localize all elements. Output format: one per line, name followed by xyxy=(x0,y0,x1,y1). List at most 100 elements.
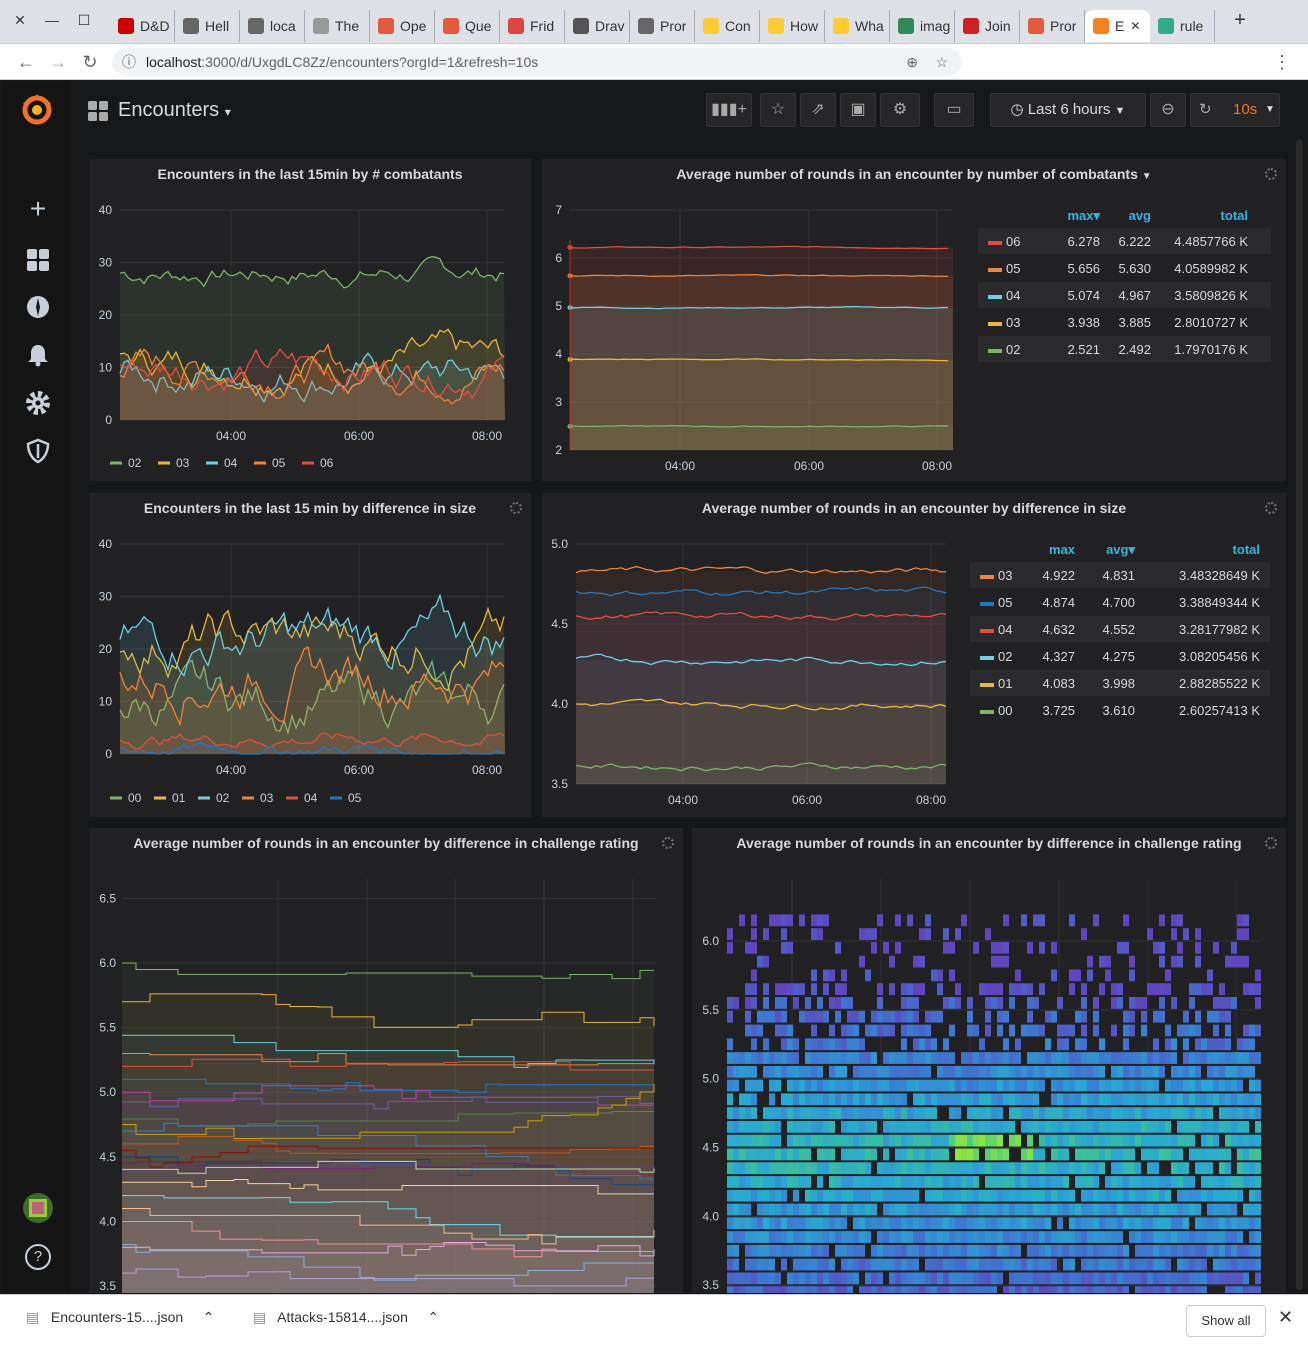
close-window-icon[interactable]: ✕ xyxy=(12,12,28,28)
panel-encounters-by-combatants[interactable]: Encounters in the last 15min by # combat… xyxy=(89,159,531,481)
explore-compass-icon[interactable] xyxy=(25,294,51,320)
heatmap-cell xyxy=(1057,1052,1063,1064)
browser-tab[interactable]: D&D xyxy=(110,10,175,42)
download-item[interactable]: ▤ Encounters-15....json ⌃ xyxy=(26,1309,214,1326)
reload-icon[interactable]: ↻ xyxy=(80,52,100,73)
heatmap-cell xyxy=(967,1189,973,1202)
browser-tab[interactable]: loca xyxy=(240,10,305,42)
legend-row[interactable]: 03 3.938 3.885 2.8010727 K xyxy=(978,309,1271,335)
legend-row[interactable]: 02 4.327 4.275 3.08205456 K xyxy=(970,643,1270,669)
close-tab-icon[interactable]: ✕ xyxy=(1130,19,1140,33)
legend-row[interactable]: 02 2.521 2.492 1.7970176 K xyxy=(978,336,1271,362)
browser-tab[interactable]: Ope xyxy=(370,10,435,42)
refresh-button[interactable]: ↻ 10s ▼ xyxy=(1190,93,1280,127)
browser-tab[interactable]: Pror xyxy=(630,10,695,42)
heatmap-cell xyxy=(1129,1079,1135,1092)
legend-row[interactable]: 01 4.083 3.998 2.88285522 K xyxy=(970,670,1270,696)
heatmap-cell xyxy=(985,1120,991,1133)
legend-row[interactable]: 06 6.278 6.222 4.4857766 K xyxy=(978,228,1271,254)
zoom-out-button[interactable]: ⊖ xyxy=(1150,93,1186,127)
heatmap-cell xyxy=(835,1079,841,1092)
browser-tab[interactable]: Hell xyxy=(175,10,240,42)
zoom-icon[interactable]: ⊕ xyxy=(906,48,918,76)
browser-tab[interactable]: rule xyxy=(1150,10,1215,42)
alerting-bell-icon[interactable] xyxy=(25,342,51,368)
create-plus-icon[interactable]: + xyxy=(25,195,51,223)
heatmap-cell xyxy=(901,1258,907,1271)
y-tick-label: 0 xyxy=(105,413,112,427)
browser-tab[interactable]: imag xyxy=(890,10,955,42)
back-icon[interactable]: ← xyxy=(16,52,36,73)
heatmap-cell xyxy=(931,1272,937,1285)
dashboards-grid-icon[interactable] xyxy=(25,247,51,273)
panel-rounds-by-cr-difference[interactable]: Average number of rounds in an encounter… xyxy=(89,828,683,1293)
heatmap-cell xyxy=(949,1244,955,1257)
show-all-downloads-button[interactable]: Show all xyxy=(1186,1305,1266,1337)
heatmap-cell xyxy=(877,1024,883,1037)
browser-tab[interactable]: E ✕ xyxy=(1085,10,1150,42)
browser-tab[interactable]: The xyxy=(305,10,370,42)
bookmark-star-icon[interactable]: ☆ xyxy=(935,48,948,76)
legend-value: 3.5809826 K xyxy=(1174,288,1248,303)
legend-row[interactable]: 04 5.074 4.967 3.5809826 K xyxy=(978,282,1271,308)
browser-tab[interactable]: Que xyxy=(435,10,500,42)
chevron-up-icon[interactable]: ⌃ xyxy=(203,1309,215,1325)
browser-tab[interactable]: Wha xyxy=(825,10,890,42)
heatmap-cell xyxy=(787,983,793,996)
heatmap-cell xyxy=(931,1258,937,1271)
time-range-picker[interactable]: ◷ Last 6 hours ▼ xyxy=(990,93,1146,127)
cycle-view-mode-button[interactable]: ▭ xyxy=(934,93,974,127)
browser-tab[interactable]: Con xyxy=(695,10,760,42)
new-tab-icon[interactable]: + xyxy=(1232,10,1248,30)
url-field[interactable]: ⓘ localhost:3000/d/UxgdLC8Zz/encounters?… xyxy=(112,48,962,76)
star-dashboard-button[interactable]: ☆ xyxy=(760,93,796,127)
browser-tab[interactable]: Pror xyxy=(1020,10,1085,42)
heatmap-cell xyxy=(1201,1244,1207,1257)
legend-header-total[interactable]: total xyxy=(1200,542,1260,557)
info-icon[interactable]: ⓘ xyxy=(122,48,136,76)
heatmap-cell xyxy=(859,1231,865,1243)
dashboard-title[interactable]: Encounters ▾ xyxy=(118,99,231,122)
server-admin-shield-icon[interactable] xyxy=(25,438,51,464)
chevron-up-icon[interactable]: ⌃ xyxy=(427,1309,439,1325)
browser-tab[interactable]: Join xyxy=(955,10,1020,42)
legend-header-total[interactable]: total xyxy=(1188,208,1248,223)
heatmap-cell xyxy=(1147,1272,1153,1285)
add-panel-button[interactable]: ▮▮▮+ xyxy=(706,93,752,127)
share-dashboard-button[interactable]: ⇗ xyxy=(800,93,836,127)
browser-tab[interactable]: Drav xyxy=(565,10,630,42)
dashboard-settings-button[interactable]: ⚙ xyxy=(880,93,920,127)
panel-rounds-by-cr-heatmap[interactable]: Average number of rounds in an encounter… xyxy=(692,828,1286,1293)
user-avatar[interactable] xyxy=(23,1193,53,1223)
scrollbar[interactable] xyxy=(1296,140,1303,1290)
forward-icon[interactable]: → xyxy=(48,52,68,73)
save-dashboard-button[interactable]: ▣ xyxy=(840,93,876,127)
download-item[interactable]: ▤ Attacks-15814....json ⌃ xyxy=(253,1309,439,1326)
maximize-window-icon[interactable]: ☐ xyxy=(76,12,92,28)
legend-row[interactable]: 05 5.656 5.630 4.0589982 K xyxy=(978,255,1271,281)
heatmap-cell xyxy=(949,1093,955,1106)
legend-header-max[interactable]: max xyxy=(1015,542,1075,557)
legend-row[interactable]: 00 3.725 3.610 2.60257413 K xyxy=(970,697,1270,723)
grafana-logo-icon[interactable] xyxy=(18,91,56,129)
help-question-icon[interactable]: ? xyxy=(25,1244,51,1270)
heatmap-cell xyxy=(979,1065,985,1078)
heatmap-cell xyxy=(943,1286,949,1293)
panel-rounds-by-size-difference[interactable]: Average number of rounds in an encounter… xyxy=(542,493,1286,817)
configuration-gear-icon[interactable] xyxy=(25,390,51,416)
heatmap-cell xyxy=(907,914,913,927)
legend-row[interactable]: 04 4.632 4.552 3.28177982 K xyxy=(970,616,1270,642)
panel-encounters-by-size-difference[interactable]: Encounters in the last 15 min by differe… xyxy=(89,493,531,817)
legend-header-avg[interactable]: avg▾ xyxy=(1075,542,1135,558)
heatmap-cell xyxy=(739,1203,745,1216)
heatmap-cell xyxy=(823,1162,829,1175)
browser-tab[interactable]: Frid xyxy=(500,10,565,42)
minimize-window-icon[interactable]: — xyxy=(44,12,60,28)
panel-rounds-by-combatants[interactable]: Average number of rounds in an encounter… xyxy=(542,159,1286,481)
browser-tab[interactable]: How xyxy=(760,10,825,42)
legend-row[interactable]: 05 4.874 4.700 3.38849344 K xyxy=(970,589,1270,615)
chrome-menu-icon[interactable]: ⋮ xyxy=(1272,52,1292,73)
legend-header-avg[interactable]: avg xyxy=(1091,208,1151,223)
legend-row[interactable]: 03 4.922 4.831 3.48328649 K xyxy=(970,562,1270,588)
close-download-bar-icon[interactable]: ✕ xyxy=(1278,1307,1293,1328)
